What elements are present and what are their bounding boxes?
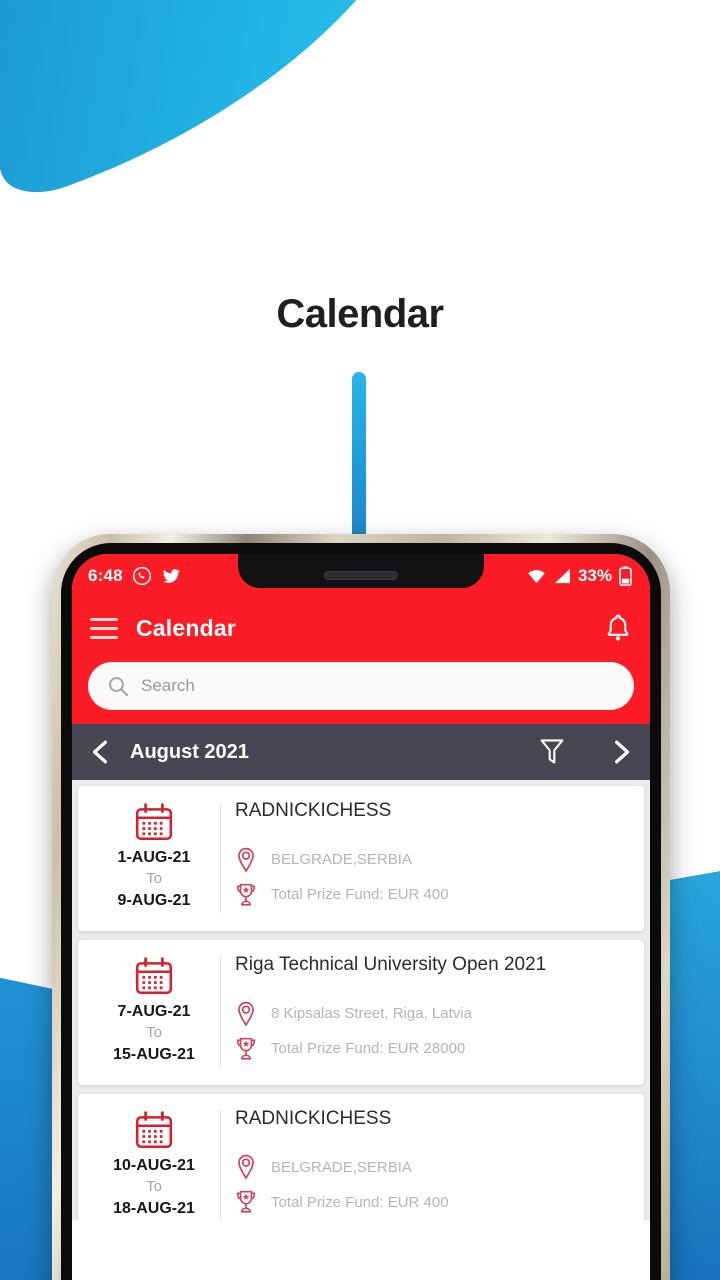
chevron-right-icon[interactable] <box>610 739 632 765</box>
event-date-separator: To <box>146 870 162 887</box>
event-title: RADNICKICHESS <box>235 1107 392 1129</box>
month-label: August 2021 <box>130 740 249 763</box>
hamburger-bar <box>90 626 118 630</box>
event-location: 8 Kipsalas Street, Riga, Latvia <box>271 1005 472 1023</box>
event-location-row: BELGRADE,SERBIA <box>235 847 634 873</box>
event-location-row: 8 Kipsalas Street, Riga, Latvia <box>235 1001 634 1027</box>
month-navigation-bar: August 2021 <box>72 724 650 780</box>
event-prize-fund: Total Prize Fund: EUR 28000 <box>271 1040 466 1058</box>
status-bar-time: 6:48 <box>88 566 123 585</box>
event-card[interactable]: 1-AUG-21 To 9-AUG-21 RADNICKICHESS BELGR… <box>78 786 644 931</box>
battery-icon <box>619 566 632 586</box>
twitter-icon <box>161 566 182 586</box>
card-divider <box>220 802 221 913</box>
event-title: Riga Technical University Open 2021 <box>235 953 547 975</box>
promo-screenshot: Calendar 6:48 33% Calendar Search August… <box>0 0 720 1280</box>
event-start-date: 7-AUG-21 <box>117 1002 191 1020</box>
event-details: RADNICKICHESS BELGRADE,SERBIA Total Priz… <box>235 798 634 917</box>
search-bar-container: Search <box>72 658 650 724</box>
event-date-separator: To <box>146 1177 162 1195</box>
event-date-separator: To <box>146 1023 162 1041</box>
event-end-date: 9-AUG-21 <box>117 892 191 909</box>
event-prize-fund: Total Prize Fund: EUR 400 <box>271 1193 449 1211</box>
event-details: RADNICKICHESS BELGRADE,SERBIA Total Priz… <box>235 1106 634 1220</box>
event-end-date: 15-AUG-21 <box>113 1045 195 1063</box>
event-prize-fund: Total Prize Fund: EUR 400 <box>271 886 449 904</box>
calendar-icon <box>133 1110 175 1152</box>
phone-notch <box>238 554 484 588</box>
app-bar: Calendar <box>72 598 650 658</box>
hamburger-bar <box>90 617 118 621</box>
event-date-block: 7-AUG-21 To 15-AUG-21 <box>88 952 220 1071</box>
event-card[interactable]: 10-AUG-21 To 18-AUG-21 RADNICKICHESS BEL… <box>78 1093 644 1220</box>
event-date-block: 1-AUG-21 To 9-AUG-21 <box>88 798 220 917</box>
event-location-row: BELGRADE,SERBIA <box>235 1154 634 1180</box>
blue-swoosh-top-left-inner <box>0 0 540 206</box>
calendar-icon <box>133 802 175 844</box>
status-bar-right: 33% <box>527 566 650 586</box>
card-divider <box>220 955 221 1067</box>
trophy-icon <box>235 1036 259 1062</box>
event-location: BELGRADE,SERBIA <box>271 851 412 869</box>
trophy-icon <box>235 1189 259 1215</box>
event-start-date: 10-AUG-21 <box>113 1156 195 1174</box>
location-pin-icon <box>235 1154 259 1180</box>
status-bar: 6:48 33% <box>72 554 650 598</box>
phone-device-mockup: 6:48 33% Calendar Search August 2021 1-A… <box>52 534 670 1280</box>
trophy-icon <box>235 882 259 908</box>
event-location: BELGRADE,SERBIA <box>271 1158 412 1176</box>
bell-icon[interactable] <box>604 613 632 643</box>
search-icon <box>106 674 130 698</box>
search-placeholder: Search <box>141 676 195 695</box>
calendar-icon <box>133 956 175 998</box>
event-title: RADNICKICHESS <box>235 800 392 821</box>
location-pin-icon <box>235 847 259 873</box>
card-divider <box>220 1109 221 1220</box>
phone-screen: 6:48 33% Calendar Search August 2021 1-A… <box>72 554 650 1280</box>
filter-funnel-icon[interactable] <box>538 737 566 767</box>
event-prize-row: Total Prize Fund: EUR 400 <box>235 1189 634 1215</box>
event-date-block: 10-AUG-21 To 18-AUG-21 <box>88 1106 220 1220</box>
pointer-line <box>352 372 366 540</box>
location-pin-icon <box>235 1001 259 1027</box>
event-prize-row: Total Prize Fund: EUR 400 <box>235 882 634 908</box>
cellular-signal-icon <box>553 568 571 584</box>
status-bar-left: 6:48 <box>72 566 182 586</box>
search-input[interactable]: Search <box>88 662 634 710</box>
hamburger-menu-icon[interactable] <box>90 617 118 639</box>
event-start-date: 1-AUG-21 <box>117 849 191 866</box>
battery-percent-label: 33% <box>577 566 612 585</box>
earpiece-speaker <box>324 571 398 580</box>
page-title: Calendar <box>136 614 237 641</box>
chevron-left-icon[interactable] <box>90 739 112 765</box>
event-end-date: 18-AUG-21 <box>113 1199 195 1217</box>
event-list[interactable]: 1-AUG-21 To 9-AUG-21 RADNICKICHESS BELGR… <box>72 780 650 1220</box>
promo-headline: Calendar <box>276 292 444 336</box>
event-details: Riga Technical University Open 2021 8 Ki… <box>235 952 634 1071</box>
event-card[interactable]: 7-AUG-21 To 15-AUG-21 Riga Technical Uni… <box>78 939 644 1085</box>
whatsapp-icon <box>132 566 152 586</box>
wifi-icon <box>527 568 546 584</box>
event-prize-row: Total Prize Fund: EUR 28000 <box>235 1036 634 1062</box>
hamburger-bar <box>90 635 118 639</box>
